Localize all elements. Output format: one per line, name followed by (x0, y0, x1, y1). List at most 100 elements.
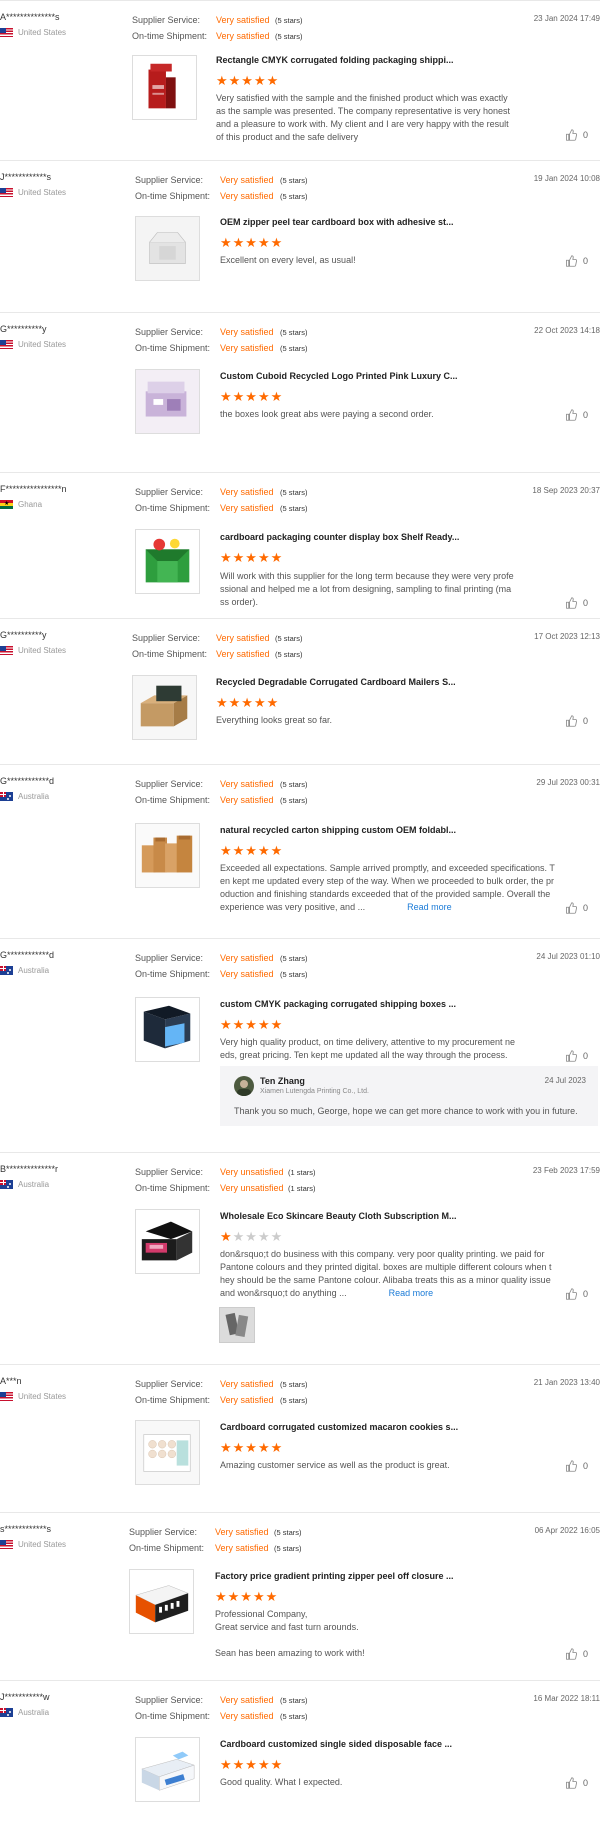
supplier-service-label: Supplier Service: (132, 15, 201, 25)
rating-stars: ★★★★★ (220, 550, 284, 565)
like-button[interactable]: 0 (565, 1460, 588, 1472)
product-title[interactable]: Rectangle CMYK corrugated folding packag… (216, 55, 454, 65)
buyer-country: United States (0, 1540, 66, 1549)
product-thumbnail[interactable] (129, 1569, 194, 1634)
shipment-label: On-time Shipment: (132, 31, 208, 41)
supplier-service-value: Very satisfied (215, 1527, 269, 1537)
product-thumbnail[interactable] (135, 997, 200, 1062)
product-thumbnail[interactable] (132, 55, 197, 120)
thumbs-up-icon (566, 255, 577, 267)
read-more-link[interactable]: Read more (407, 902, 452, 912)
buyer-name: G**********y (0, 324, 47, 334)
product-thumbnail[interactable] (135, 1420, 200, 1485)
review-date: 29 Jul 2023 00:31 (536, 778, 600, 787)
rating-stars: ★★★★★ (215, 1589, 279, 1604)
product-thumbnail[interactable] (135, 1209, 200, 1274)
ghana-flag-icon (0, 500, 13, 509)
supplier-service-value: Very satisfied (220, 779, 274, 789)
read-more-link[interactable]: Read more (389, 1288, 434, 1298)
review-date: 23 Jan 2024 17:49 (533, 14, 600, 23)
us-flag-icon (0, 1392, 13, 1401)
thumbs-up-icon (566, 1648, 577, 1660)
reply-date: 24 Jul 2023 (544, 1076, 586, 1085)
shipment-label: On-time Shipment: (135, 1711, 211, 1721)
review-date: 22 Oct 2023 14:18 (534, 326, 600, 335)
shipment-stars: (5 stars) (280, 970, 308, 979)
reply-text: Thank you so much, George, hope we can g… (234, 1106, 578, 1116)
review-card: G************d Australia Supplier Servic… (0, 764, 600, 938)
shipment-label: On-time Shipment: (129, 1543, 205, 1553)
product-title[interactable]: Cardboard corrugated customized macaron … (220, 1422, 458, 1432)
product-title[interactable]: Recycled Degradable Corrugated Cardboard… (216, 677, 456, 687)
supplier-service-stars: (5 stars) (280, 954, 308, 963)
rating-stars: ★★★★★ (220, 235, 284, 250)
like-button[interactable]: 0 (565, 597, 588, 609)
rating-star-empty: ★★★★ (232, 1229, 284, 1244)
product-thumbnail[interactable] (135, 823, 200, 888)
supplier-service-stars: (5 stars) (274, 1528, 302, 1537)
like-button[interactable]: 0 (565, 129, 588, 141)
us-flag-icon (0, 1540, 13, 1549)
product-title[interactable]: Cardboard customized single sided dispos… (220, 1739, 452, 1749)
country-name: United States (18, 1392, 67, 1401)
product-thumbnail[interactable] (135, 369, 200, 434)
shipment-stars: (5 stars) (280, 1712, 308, 1721)
like-button[interactable]: 0 (565, 409, 588, 421)
like-count: 0 (582, 256, 588, 266)
review-card: J************s United States Supplier Se… (0, 160, 600, 312)
buyer-country: United States (0, 188, 66, 197)
country-name: Australia (18, 1180, 50, 1189)
product-thumbnail[interactable] (135, 529, 200, 594)
review-text: the boxes look great abs were paying a s… (220, 409, 434, 419)
product-title[interactable]: Wholesale Eco Skincare Beauty Cloth Subs… (220, 1211, 457, 1221)
rating-stars: ★★★★★ (216, 695, 280, 710)
country-name: Australia (18, 792, 50, 801)
supplier-service-label: Supplier Service: (135, 1695, 204, 1705)
product-thumbnail[interactable] (135, 1737, 200, 1802)
review-date: 18 Sep 2023 20:37 (532, 486, 600, 495)
country-name: United States (18, 1540, 67, 1549)
us-flag-icon (0, 340, 13, 349)
review-attachment-image[interactable] (219, 1307, 255, 1343)
review-text-content: don&rsquo;t do business with this compan… (220, 1249, 552, 1298)
buyer-name: F****************n (0, 484, 67, 494)
country-name: Australia (18, 1708, 50, 1717)
shipment-stars: (5 stars) (280, 796, 308, 805)
review-date: 19 Jan 2024 10:08 (533, 174, 600, 183)
reply-author: Ten Zhang (260, 1076, 305, 1086)
review-card: G**********y United States Supplier Serv… (0, 618, 600, 764)
like-button[interactable]: 0 (565, 255, 588, 267)
product-title[interactable]: cardboard packaging counter display box … (220, 532, 459, 542)
like-button[interactable]: 0 (565, 1648, 588, 1660)
supplier-service-value: Very satisfied (220, 953, 274, 963)
shipment-value: Very satisfied (220, 503, 274, 513)
product-title[interactable]: natural recycled carton shipping custom … (220, 825, 456, 835)
like-button[interactable]: 0 (565, 715, 588, 727)
product-thumbnail[interactable] (135, 216, 200, 281)
like-button[interactable]: 0 (565, 1288, 588, 1300)
supplier-service-label: Supplier Service: (135, 779, 204, 789)
review-text: don&rsquo;t do business with this compan… (220, 1248, 560, 1300)
australia-flag-icon (0, 792, 13, 801)
like-button[interactable]: 0 (565, 1050, 588, 1062)
thumbs-up-icon (566, 1050, 577, 1062)
shipment-stars: (5 stars) (280, 1396, 308, 1405)
shipment-value: Very satisfied (220, 1395, 274, 1405)
shipment-value: Very satisfied (215, 1543, 269, 1553)
product-title[interactable]: Custom Cuboid Recycled Logo Printed Pink… (220, 371, 458, 381)
like-button[interactable]: 0 (565, 902, 588, 914)
supplier-service-stars: (5 stars) (280, 780, 308, 789)
product-title[interactable]: OEM zipper peel tear cardboard box with … (220, 217, 454, 227)
like-button[interactable]: 0 (565, 1777, 588, 1789)
buyer-country: United States (0, 28, 66, 37)
shipment-value: Very satisfied (220, 1711, 274, 1721)
supplier-service-value: Very satisfied (216, 15, 270, 25)
product-title[interactable]: custom CMYK packaging corrugated shippin… (220, 999, 456, 1009)
product-thumbnail[interactable] (132, 675, 197, 740)
product-title[interactable]: Factory price gradient printing zipper p… (215, 1571, 454, 1581)
review-card: F****************n Ghana Supplier Servic… (0, 472, 600, 618)
shipment-label: On-time Shipment: (135, 503, 211, 513)
like-count: 0 (582, 598, 588, 608)
like-count: 0 (582, 1778, 588, 1788)
thumbs-up-icon (566, 1777, 577, 1789)
